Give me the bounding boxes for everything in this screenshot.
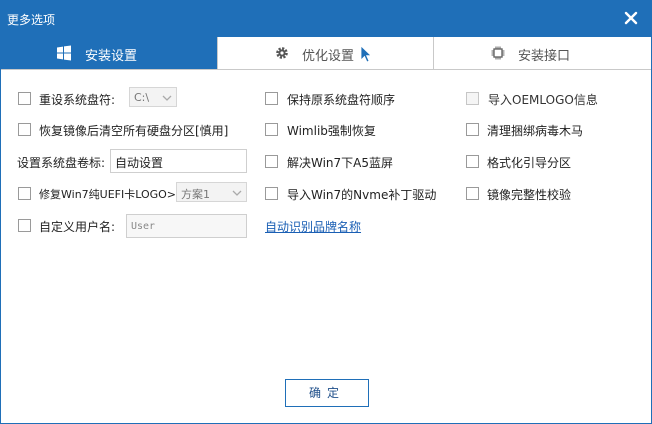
volume-label-label: 设置系统盘卷标: [17,156,106,170]
mouse-cursor-icon [360,45,372,63]
keep-order-checkbox[interactable] [265,92,278,105]
ok-button[interactable]: 确定 [285,379,369,407]
nvme-label: 导入Win7的Nvme补丁驱动 [287,188,437,202]
clean-virus-checkbox[interactable] [466,123,479,136]
window-title: 更多选项 [7,13,56,27]
username-input[interactable]: User [126,214,247,238]
nvme-checkbox[interactable] [265,187,278,200]
reset-drive-checkbox[interactable] [18,92,31,105]
keep-order-label: 保持原系统盘符顺序 [287,93,396,107]
fix-a5-checkbox[interactable] [265,155,278,168]
fix-logo-checkbox[interactable] [18,187,31,200]
reset-drive-label: 重设系统盘符: [39,93,116,107]
select-value: 方案1 [181,188,210,201]
brand-detect-link[interactable]: 自动识别品牌名称 [265,218,361,235]
drive-letter-select[interactable]: C:\ [129,87,177,107]
chevron-down-icon [232,190,242,196]
tab-install-settings[interactable]: 安装设置 [1,37,217,69]
chip-icon [491,46,505,60]
format-boot-checkbox[interactable] [466,155,479,168]
format-boot-label: 格式化引导分区 [487,156,572,170]
gear-icon [276,47,288,59]
tab-divider [217,37,218,69]
wimlib-label: Wimlib强制恢复 [287,124,376,138]
verify-image-label: 镜像完整性校验 [487,188,572,202]
clean-virus-label: 清理捆绑病毒木马 [487,124,584,138]
tab-label: 安装设置 [85,49,138,64]
wimlib-checkbox[interactable] [265,123,278,136]
volume-label-input[interactable]: 自动设置 [110,149,247,173]
chevron-down-icon [162,95,172,101]
fix-logo-label: 修复Win7纯UEFI卡LOGO>> [39,188,186,201]
tab-bar: 安装设置 优化设置 安装接口 [1,37,651,70]
tab-label: 安装接口 [518,49,571,64]
tab-label: 优化设置 [302,49,355,64]
clear-partitions-checkbox[interactable] [18,123,31,136]
options-dialog: 更多选项 安装设置 优化设置 安装接口 重设系统盘符: C:\ 恢复镜像后清空所… [0,0,652,424]
windows-logo-icon [57,45,71,61]
fix-a5-label: 解决Win7下A5蓝屏 [287,156,394,170]
fix-logo-scheme-select[interactable]: 方案1 [176,182,247,202]
title-bar: 更多选项 [1,1,651,37]
custom-user-label: 自定义用户名: [39,220,116,234]
clear-partitions-label: 恢复镜像后清空所有硬盘分区[慎用] [39,124,229,138]
select-value: C:\ [134,91,150,104]
oem-logo-checkbox[interactable] [466,92,479,105]
close-icon[interactable] [621,8,641,28]
tab-install-interface[interactable]: 安装接口 [434,37,651,69]
tab-optimize-settings[interactable]: 优化设置 [218,37,433,69]
oem-logo-label: 导入OEMLOGO信息 [488,93,598,107]
custom-user-checkbox[interactable] [18,219,31,232]
verify-image-checkbox[interactable] [466,187,479,200]
tab-divider [433,37,434,69]
